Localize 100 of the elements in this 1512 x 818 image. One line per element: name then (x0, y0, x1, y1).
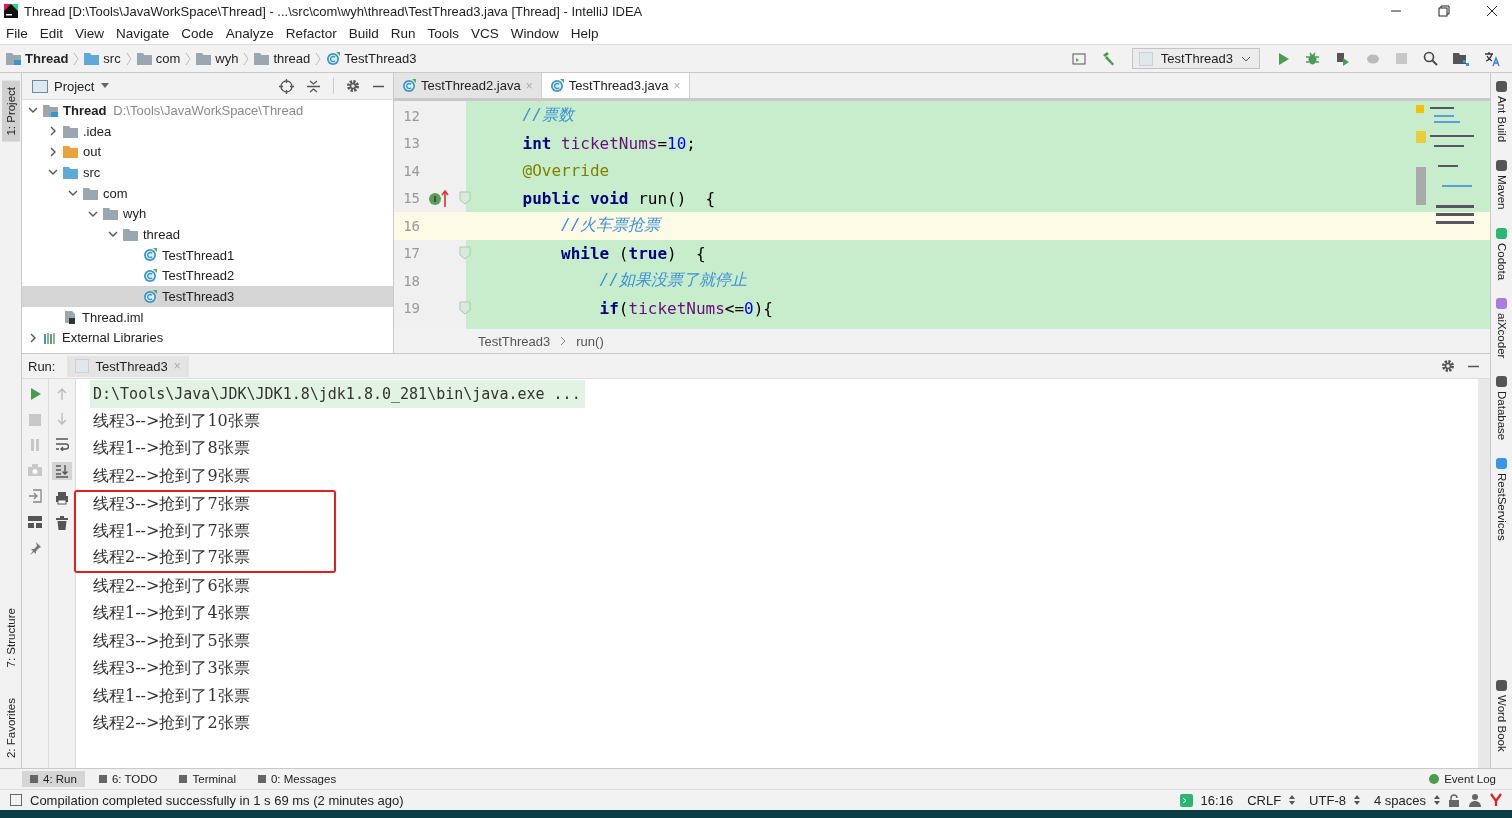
class-icon (143, 289, 157, 304)
console-line: 线程1-->抢到了1张票 (92, 684, 250, 707)
menu-item[interactable]: Tools (427, 25, 459, 41)
event-log-tab[interactable]: Event Log (1421, 771, 1504, 787)
tool-window-icon (1496, 680, 1507, 692)
menu-item[interactable]: Refactor (285, 25, 337, 41)
up-down-icon (1434, 795, 1440, 805)
console-line: 线程1-->抢到了7张票 (74, 517, 336, 545)
fold-marker-icon[interactable] (459, 191, 471, 206)
tool-window-tab[interactable]: Ant Build (1495, 96, 1508, 143)
tool-window-tab[interactable]: Terminal (171, 771, 244, 787)
editor-tab[interactable]: TestThread3.java × (541, 73, 690, 98)
caret-position[interactable]: 16:16 (1200, 792, 1234, 808)
bug-icon[interactable] (1305, 51, 1320, 66)
editor-tab[interactable]: TestThread2.java × (394, 73, 542, 98)
code-text: //如果没票了就停止 (598, 270, 747, 292)
menu-item[interactable]: Code (181, 25, 214, 41)
lock-icon[interactable] (1448, 793, 1460, 807)
menu-item[interactable]: File (6, 25, 28, 41)
tool-window-tab[interactable]: 7: Structure (4, 608, 17, 668)
menu-item[interactable]: Edit (39, 25, 64, 41)
settings-icon[interactable] (1441, 359, 1455, 373)
run-configuration-dropdown[interactable]: TestThread3 (1131, 48, 1260, 69)
fold-marker-icon[interactable] (459, 301, 471, 316)
menu-item[interactable]: VCS (471, 25, 499, 41)
implements-marker-icon[interactable] (428, 188, 450, 209)
tool-window-tab[interactable]: aiXcoder (1495, 312, 1508, 359)
tool-window-tab[interactable]: 0: Messages (249, 771, 345, 787)
project-view-dropdown[interactable]: Project (32, 78, 111, 94)
tree-item[interactable]: Thread.iml (22, 306, 393, 328)
tool-window-tab[interactable]: Codota (1495, 242, 1508, 280)
breadcrumb-item[interactable]: TestThread3 (326, 51, 417, 66)
translate-icon[interactable] (1484, 50, 1501, 67)
file-encoding[interactable]: UTF-8 (1309, 792, 1346, 808)
menu-item[interactable]: Help (570, 25, 599, 41)
tool-window-tab[interactable]: Maven (1495, 175, 1508, 210)
run-tab[interactable]: TestThread3 × (67, 355, 189, 377)
tool-window-tab[interactable]: 2: Favorites (4, 697, 17, 758)
line-separator[interactable]: CRLF (1247, 792, 1282, 808)
folder-icon (254, 52, 270, 65)
coverage-icon[interactable] (1335, 51, 1350, 66)
panel-toggle-icon[interactable] (10, 794, 22, 806)
tool-window-tab[interactable]: RestServices (1495, 473, 1508, 542)
pin-icon[interactable] (28, 541, 42, 555)
console-line: 线程2-->抢到了7张票 (74, 545, 336, 573)
fold-marker-icon[interactable] (459, 246, 471, 261)
up-down-icon (1353, 795, 1360, 805)
rerun-icon[interactable] (28, 387, 42, 401)
indent-setting[interactable]: 4 spaces (1373, 792, 1426, 808)
console-line: 线程3-->抢到了10张票 (92, 409, 260, 432)
line-number: 15 (402, 190, 420, 207)
tree-item[interactable]: Thread D:\Tools\JavaWorkSpace\Thread (22, 100, 393, 121)
breadcrumb-item[interactable]: Thread (6, 51, 69, 66)
chevron-icon (315, 51, 322, 66)
tool-window-tab[interactable]: Word Book (1495, 695, 1508, 752)
menu-item[interactable]: Analyze (225, 25, 274, 41)
breadcrumb-item[interactable]: TestThread3 (478, 333, 551, 349)
breadcrumb-item[interactable]: com (136, 51, 181, 66)
tool-window-tab[interactable]: 6: TODO (90, 771, 166, 787)
locate-icon[interactable] (279, 78, 294, 94)
collapse-all-icon[interactable] (306, 78, 321, 94)
tree-item[interactable]: TestThread2 (22, 265, 393, 287)
breadcrumb-item[interactable]: thread (254, 51, 311, 66)
run-icon[interactable] (1276, 51, 1290, 66)
tree-item[interactable]: out (22, 141, 393, 163)
tool-window-tab[interactable]: Database (1495, 391, 1508, 441)
app-logo-icon (4, 4, 18, 18)
project-structure-icon[interactable] (1453, 51, 1469, 66)
menu-item[interactable]: Window (510, 25, 559, 41)
close-icon[interactable] (1486, 5, 1498, 17)
folder-icon (83, 186, 98, 200)
tree-item[interactable]: com (22, 182, 393, 204)
restore-icon[interactable] (1438, 5, 1450, 17)
tool-window-tab[interactable]: 4: Run (22, 771, 85, 787)
tree-item[interactable]: wyh (22, 203, 393, 225)
tool-window-tab[interactable]: 1: Project (1, 81, 20, 142)
tree-item[interactable]: thread (22, 224, 393, 245)
tree-item[interactable]: External Libraries (22, 327, 393, 349)
login-icon[interactable] (28, 489, 42, 503)
trash-icon[interactable] (56, 516, 68, 530)
search-icon[interactable] (1423, 51, 1438, 66)
menu-item[interactable]: View (75, 25, 105, 41)
menu-item[interactable]: Run (390, 25, 416, 41)
breadcrumb-item[interactable]: run() (576, 333, 604, 349)
scrollbar[interactable] (1478, 379, 1490, 768)
settings-icon[interactable] (346, 79, 360, 93)
tree-item[interactable]: .idea (22, 120, 393, 142)
tree-item[interactable]: src (22, 162, 393, 183)
wrap-icon[interactable] (55, 437, 69, 451)
printer-icon[interactable] (55, 491, 69, 505)
layout-icon[interactable] (28, 516, 42, 528)
menu-item[interactable]: Navigate (116, 25, 170, 41)
tree-item[interactable]: TestThread3 (22, 286, 393, 307)
menu-item[interactable]: Build (348, 25, 379, 41)
line-number: 19 (402, 300, 420, 317)
breadcrumb-item[interactable]: src (84, 51, 121, 66)
class-icon (549, 78, 564, 93)
breadcrumb-item[interactable]: wyh (196, 51, 239, 66)
scroll-to-end-icon[interactable] (52, 462, 72, 480)
tree-item[interactable]: TestThread1 (22, 244, 393, 266)
